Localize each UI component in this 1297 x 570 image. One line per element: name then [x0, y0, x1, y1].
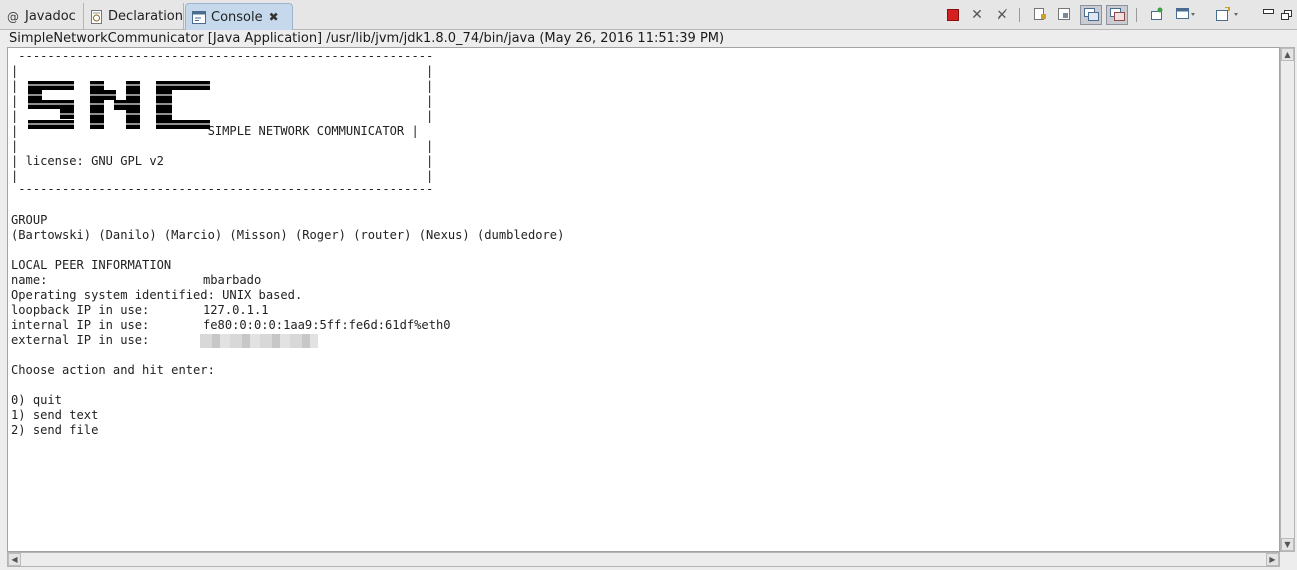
show-on-stdout-button[interactable]: [1080, 5, 1102, 25]
at-sign-icon: @: [7, 9, 19, 24]
scroll-lock-button[interactable]: [1031, 5, 1049, 25]
external-row: external IP in use:: [11, 333, 149, 348]
snc-ascii-logo: [26, 79, 212, 141]
scroll-right-icon[interactable]: ▶: [1266, 553, 1279, 566]
banner-subtitle: SIMPLE NETWORK COMMUNICATOR: [207, 124, 405, 138]
menu-option: 2) send file: [11, 423, 99, 437]
redacted-external-ip: [200, 334, 318, 348]
console-output[interactable]: ----------------------------------------…: [7, 47, 1280, 552]
view-tab-bar: @ Javadoc Declaration Console ✖ ✕ ✕̸: [0, 0, 1297, 30]
display-selected-console-icon: [1176, 6, 1196, 25]
banner-license-line: | license: GNU GPL v2 |: [11, 154, 434, 168]
declaration-icon: [90, 9, 103, 24]
close-icon[interactable]: ✖: [269, 10, 279, 24]
scroll-up-icon[interactable]: ▲: [1281, 48, 1294, 61]
console-icon: [192, 10, 206, 24]
tab-declaration[interactable]: Declaration: [84, 3, 184, 30]
tab-console[interactable]: Console ✖: [185, 3, 293, 30]
menu-option: 1) send text: [11, 408, 99, 422]
minimize-button[interactable]: [1259, 5, 1277, 25]
console-toolbar: ✕ ✕̸: [942, 5, 1297, 27]
open-console-icon: [1216, 5, 1240, 25]
os-line: Operating system identified: UNIX based.: [11, 288, 303, 302]
remove-launch-icon: ✕: [971, 7, 983, 23]
loopback-row: loopback IP in use: 127.0.1.1: [11, 303, 269, 318]
internal-row: internal IP in use: fe80:0:0:0:1aa9:5ff:f…: [11, 318, 451, 333]
show-on-stdout-icon: [1083, 6, 1099, 25]
process-title: SimpleNetworkCommunicator [Java Applicat…: [0, 30, 1297, 47]
name-label: name:: [11, 273, 48, 287]
internal-value: fe80:0:0:0:1aa9:5ff:fe6d:61df%eth0: [203, 318, 451, 332]
toolbar-separator: [1136, 8, 1137, 22]
scroll-lock-icon: [1033, 6, 1047, 25]
remove-launch-button[interactable]: ✕: [968, 5, 986, 25]
terminate-icon: [947, 9, 959, 21]
show-on-stderr-icon: [1109, 6, 1125, 25]
group-members: (Bartowski) (Danilo) (Marcio) (Misson) (…: [11, 228, 565, 242]
scrollbar-corner: [1280, 552, 1295, 567]
remove-all-terminated-button[interactable]: ✕̸: [993, 5, 1011, 25]
scroll-down-icon[interactable]: ▼: [1281, 538, 1294, 551]
toolbar-separator: [1019, 8, 1020, 22]
peer-name-row: name: mbarbado: [11, 273, 261, 288]
pin-console-button[interactable]: [1148, 5, 1166, 25]
vertical-scrollbar[interactable]: ▲ ▼: [1280, 47, 1295, 552]
banner-border-bottom: ----------------------------------------…: [11, 182, 434, 196]
license-text: license: GNU GPL v2: [25, 154, 164, 168]
maximize-icon: [1280, 6, 1292, 25]
action-prompt: Choose action and hit enter:: [11, 363, 215, 377]
scroll-left-icon[interactable]: ◀: [8, 553, 21, 566]
internal-label: internal IP in use:: [11, 318, 150, 332]
tab-javadoc[interactable]: @ Javadoc: [0, 3, 84, 30]
group-header: GROUP: [11, 213, 48, 227]
word-wrap-icon: [1057, 6, 1071, 25]
banner-border-top: ----------------------------------------…: [11, 49, 434, 63]
remove-all-terminated-icon: ✕̸: [996, 7, 1008, 23]
banner-frame-line: | |: [11, 64, 434, 78]
word-wrap-button[interactable]: [1055, 5, 1073, 25]
menu-option: 0) quit: [11, 393, 62, 407]
horizontal-scrollbar[interactable]: ◀ ▶: [7, 552, 1280, 567]
name-value: mbarbado: [203, 273, 262, 287]
maximize-button[interactable]: [1277, 5, 1295, 25]
tab-label: Declaration: [108, 9, 183, 24]
tab-label: Console: [211, 9, 263, 25]
terminate-button[interactable]: [944, 5, 962, 25]
loopback-value: 127.0.1.1: [203, 303, 269, 317]
peer-header: LOCAL PEER INFORMATION: [11, 258, 172, 272]
show-on-stderr-button[interactable]: [1106, 5, 1128, 25]
external-label: external IP in use:: [11, 333, 150, 347]
loopback-label: loopback IP in use:: [11, 303, 150, 317]
open-console-button[interactable]: [1214, 5, 1242, 25]
display-selected-console-button[interactable]: [1174, 5, 1198, 25]
tab-label: Javadoc: [25, 9, 76, 24]
banner-frame-line: | |: [11, 139, 434, 153]
pin-console-icon: [1150, 6, 1164, 25]
minimize-icon: [1262, 8, 1274, 14]
